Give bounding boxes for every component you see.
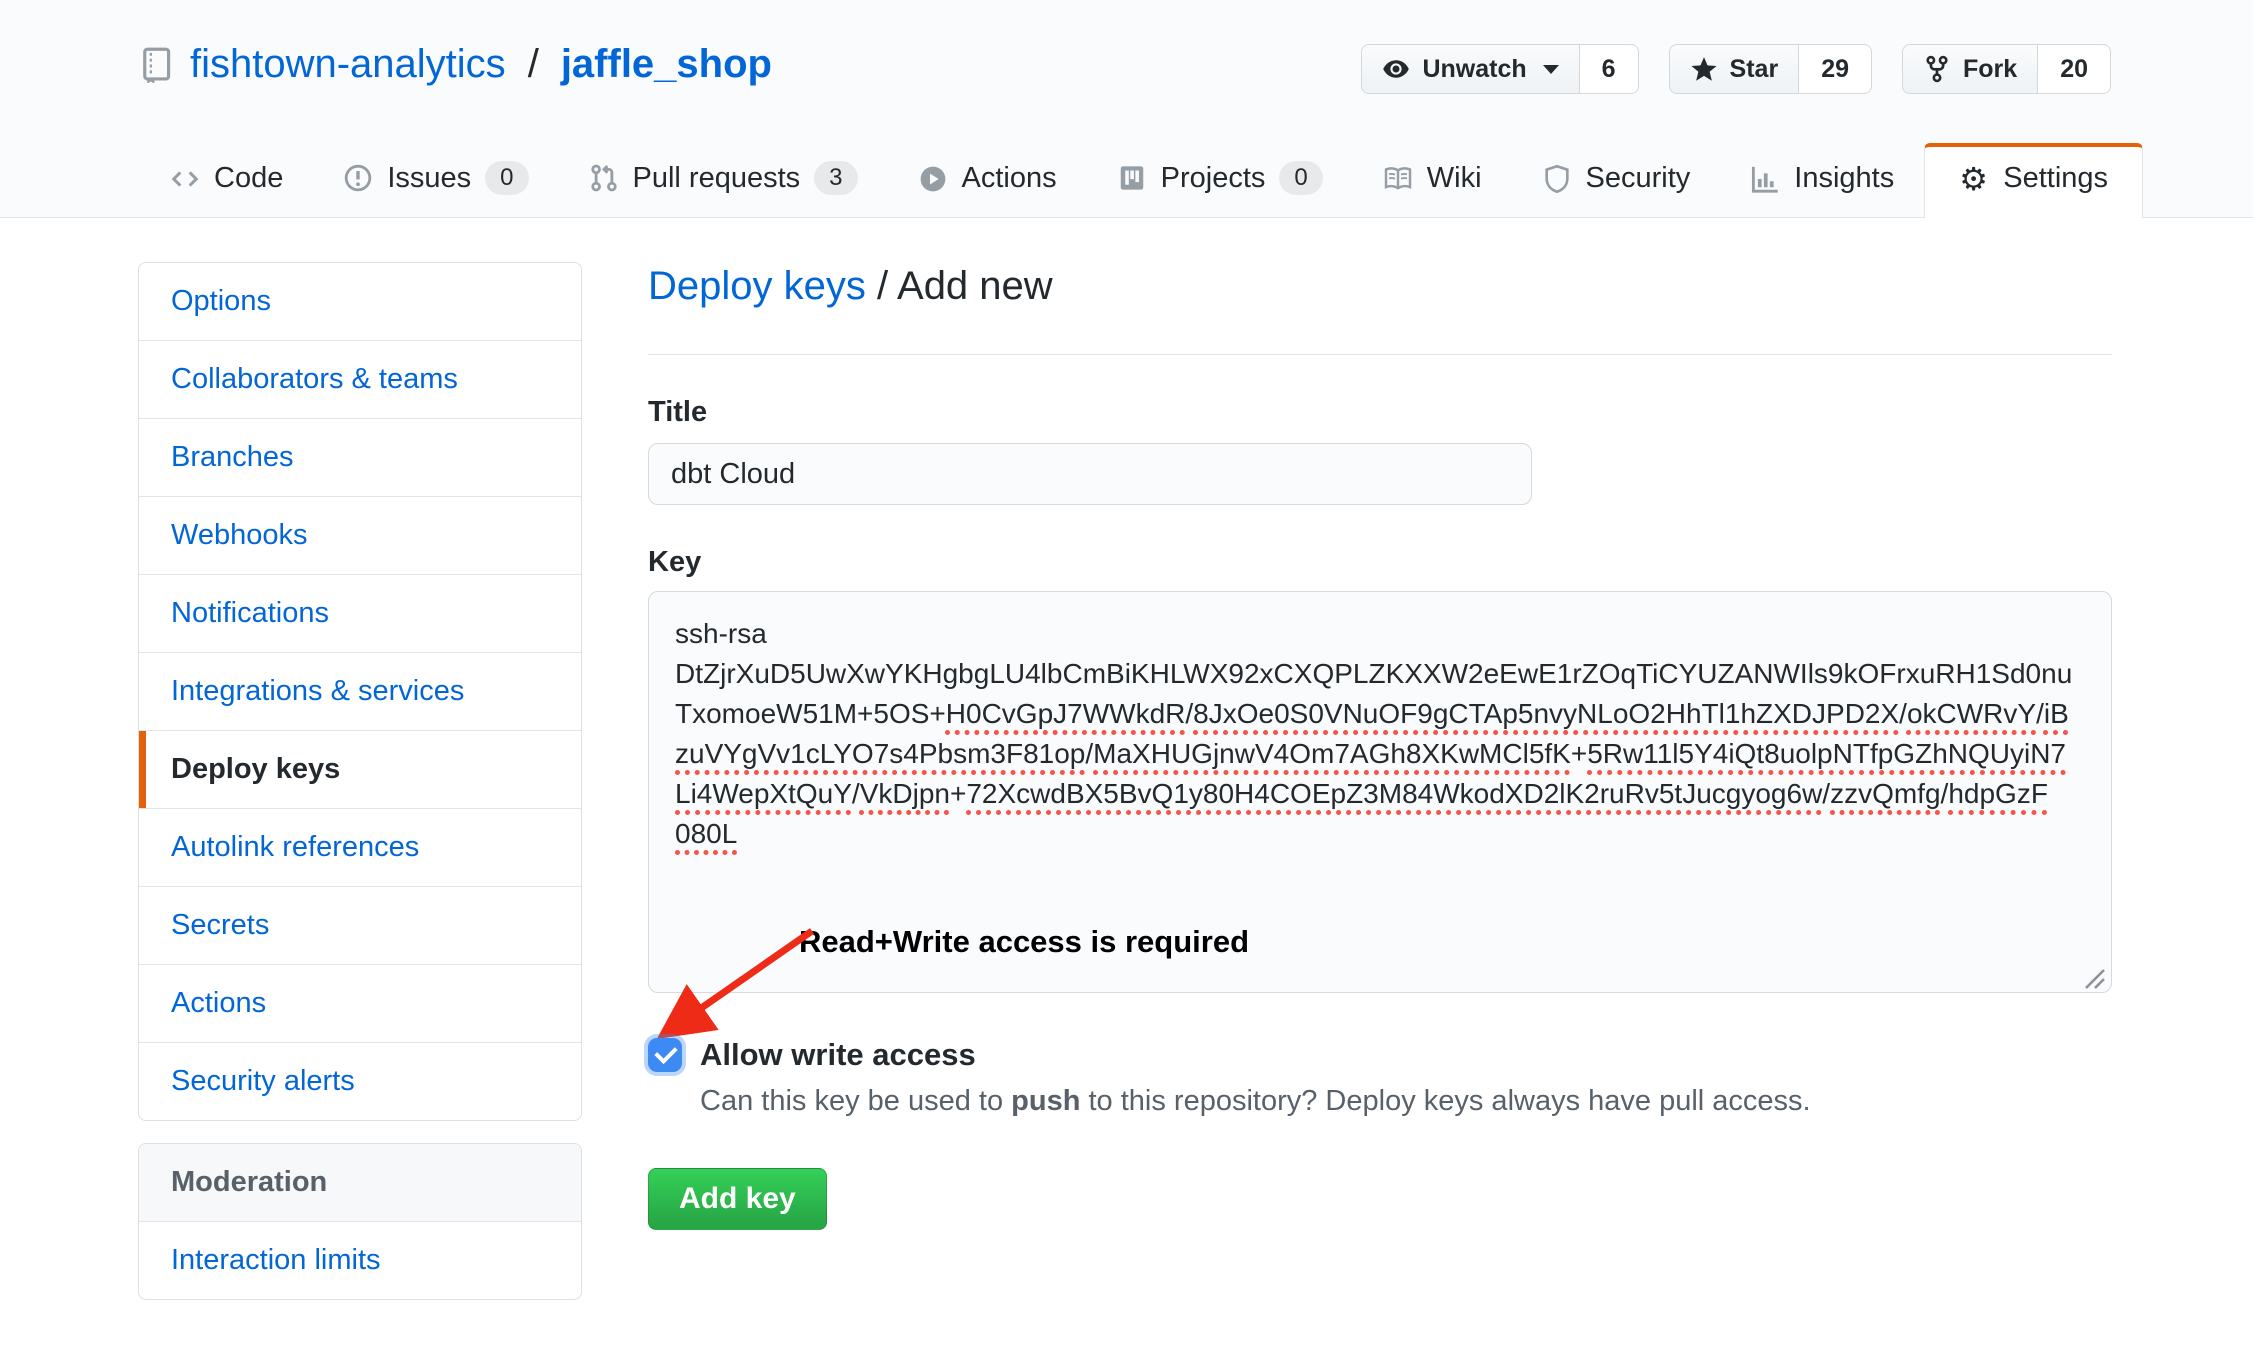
tab-label: Pull requests — [633, 162, 801, 195]
star-count[interactable]: 29 — [1799, 44, 1872, 94]
tab-insights[interactable]: Insights — [1720, 144, 1924, 217]
main-content: Deploy keys / Add new Title Key ssh-rsaD… — [648, 262, 2112, 1300]
fork-icon — [1923, 55, 1951, 83]
code-icon — [170, 164, 200, 194]
tab-label: Wiki — [1427, 162, 1482, 195]
sidebar-item-notifications[interactable]: Notifications — [139, 574, 581, 652]
sidebar-item-autolink-references[interactable]: Autolink references — [139, 808, 581, 886]
key-text-line: DtZjrXuD5UwXwYKHgbgLU4lbCmBiKHLWX92xCXQP… — [675, 654, 2085, 694]
title-divider — [648, 354, 2112, 355]
repo-nav: Code Issues 0 Pull requests 3 Actions Projects… — [140, 143, 2143, 218]
tab-counter: 0 — [1279, 161, 1322, 195]
title-input[interactable] — [648, 443, 1532, 505]
star-button-group: Star 29 — [1669, 44, 1872, 94]
allow-write-row: Allow write access — [648, 1037, 2112, 1073]
star-label: Star — [1730, 55, 1779, 84]
allow-write-access-label[interactable]: Allow write access — [700, 1037, 976, 1073]
play-icon — [918, 164, 948, 194]
unwatch-button-group: Unwatch 6 — [1361, 44, 1638, 94]
tab-security[interactable]: Security — [1512, 144, 1721, 217]
tab-label: Code — [214, 162, 283, 195]
project-icon — [1117, 163, 1147, 193]
deploy-keys-link[interactable]: Deploy keys — [648, 264, 866, 308]
tab-label: Settings — [2003, 162, 2108, 195]
tab-wiki[interactable]: Wiki — [1353, 144, 1512, 217]
key-text-line: 080L — [675, 814, 2085, 854]
fork-label: Fork — [1963, 55, 2017, 84]
page-title: Deploy keys / Add new — [648, 262, 2112, 310]
graph-icon — [1750, 164, 1780, 194]
gear-icon: ⚙ — [1959, 164, 1989, 194]
key-label: Key — [648, 547, 2112, 577]
sidebar-item-interaction-limits[interactable]: Interaction limits — [139, 1222, 581, 1299]
star-button[interactable]: Star — [1669, 44, 1800, 94]
caret-down-icon — [1543, 65, 1559, 74]
repo-separator: / — [522, 42, 545, 87]
sidebar-item-integrations-services[interactable]: Integrations & services — [139, 652, 581, 730]
tab-label: Security — [1586, 162, 1691, 195]
tab-actions[interactable]: Actions — [888, 144, 1087, 217]
key-textarea[interactable]: ssh-rsaDtZjrXuD5UwXwYKHgbgLU4lbCmBiKHLWX… — [648, 591, 2112, 993]
add-key-button[interactable]: Add key — [648, 1168, 827, 1230]
page-title-suffix: / Add new — [866, 264, 1053, 308]
wiki-icon — [1383, 164, 1413, 194]
star-icon — [1690, 55, 1718, 83]
key-text-line: TxomoeW51M+5OS+H0CvGpJ7WWkdR/8JxOe0S0VNu… — [675, 694, 2085, 734]
tab-pull-requests[interactable]: Pull requests 3 — [559, 143, 888, 217]
repo-actions: Unwatch 6 Star 29 Fork 20 — [1361, 44, 2111, 94]
settings-menu: OptionsCollaborators & teamsBranchesWebh… — [138, 262, 582, 1121]
sidebar-item-options[interactable]: Options — [139, 263, 581, 340]
tab-label: Insights — [1794, 162, 1894, 195]
moderation-menu: Moderation Interaction limits — [138, 1143, 582, 1300]
tab-issues[interactable]: Issues 0 — [313, 143, 558, 217]
tab-label: Projects — [1161, 162, 1266, 195]
key-text-line: ssh-rsa — [675, 614, 2085, 654]
shield-icon — [1542, 164, 1572, 194]
allow-write-access-checkbox[interactable] — [648, 1038, 682, 1072]
tab-code[interactable]: Code — [140, 144, 313, 217]
sidebar-item-collaborators-teams[interactable]: Collaborators & teams — [139, 340, 581, 418]
tab-counter: 3 — [814, 161, 857, 195]
allow-write-note: Can this key be used to push to this rep… — [700, 1085, 2112, 1118]
fork-button-group: Fork 20 — [1902, 44, 2111, 94]
tab-label: Actions — [962, 162, 1057, 195]
fork-count[interactable]: 20 — [2038, 44, 2111, 94]
repo-breadcrumb: fishtown-analytics / jaffle_shop — [138, 42, 772, 87]
tab-settings[interactable]: ⚙ Settings — [1924, 143, 2143, 218]
repo-book-icon — [138, 47, 174, 83]
settings-sidebar: OptionsCollaborators & teamsBranchesWebh… — [138, 262, 582, 1300]
tab-projects[interactable]: Projects 0 — [1087, 143, 1353, 217]
sidebar-item-actions[interactable]: Actions — [139, 964, 581, 1042]
unwatch-count[interactable]: 6 — [1580, 44, 1639, 94]
sidebar-item-branches[interactable]: Branches — [139, 418, 581, 496]
repo-header: fishtown-analytics / jaffle_shop Unwatch… — [0, 0, 2253, 218]
repo-name-link[interactable]: jaffle_shop — [561, 42, 772, 87]
sidebar-item-webhooks[interactable]: Webhooks — [139, 496, 581, 574]
repo-owner-link[interactable]: fishtown-analytics — [190, 42, 506, 87]
sidebar-item-deploy-keys[interactable]: Deploy keys — [139, 730, 581, 808]
tab-counter: 0 — [485, 161, 528, 195]
title-label: Title — [648, 397, 2112, 427]
unwatch-label: Unwatch — [1422, 55, 1526, 84]
sidebar-item-secrets[interactable]: Secrets — [139, 886, 581, 964]
key-text-line: zuVYgVv1cLYO7s4Pbsm3F81op/MaXHUGjnwV4Om7… — [675, 734, 2085, 774]
tab-label: Issues — [387, 162, 471, 195]
push-emphasis: push — [1011, 1085, 1080, 1117]
fork-button[interactable]: Fork — [1902, 44, 2038, 94]
pull-request-icon — [589, 163, 619, 193]
textarea-resize-handle[interactable] — [2080, 961, 2106, 987]
issue-icon — [343, 163, 373, 193]
key-text-line: Li4WepXtQuY/VkDjpn+72XcwdBX5BvQ1y80H4COE… — [675, 774, 2085, 814]
moderation-header: Moderation — [139, 1144, 581, 1222]
settings-layout: OptionsCollaborators & teamsBranchesWebh… — [0, 218, 2253, 1300]
sidebar-item-security-alerts[interactable]: Security alerts — [139, 1042, 581, 1120]
readwrite-annotation: Read+Write access is required — [799, 922, 1249, 962]
unwatch-button[interactable]: Unwatch — [1361, 44, 1579, 94]
eye-icon — [1382, 55, 1410, 83]
